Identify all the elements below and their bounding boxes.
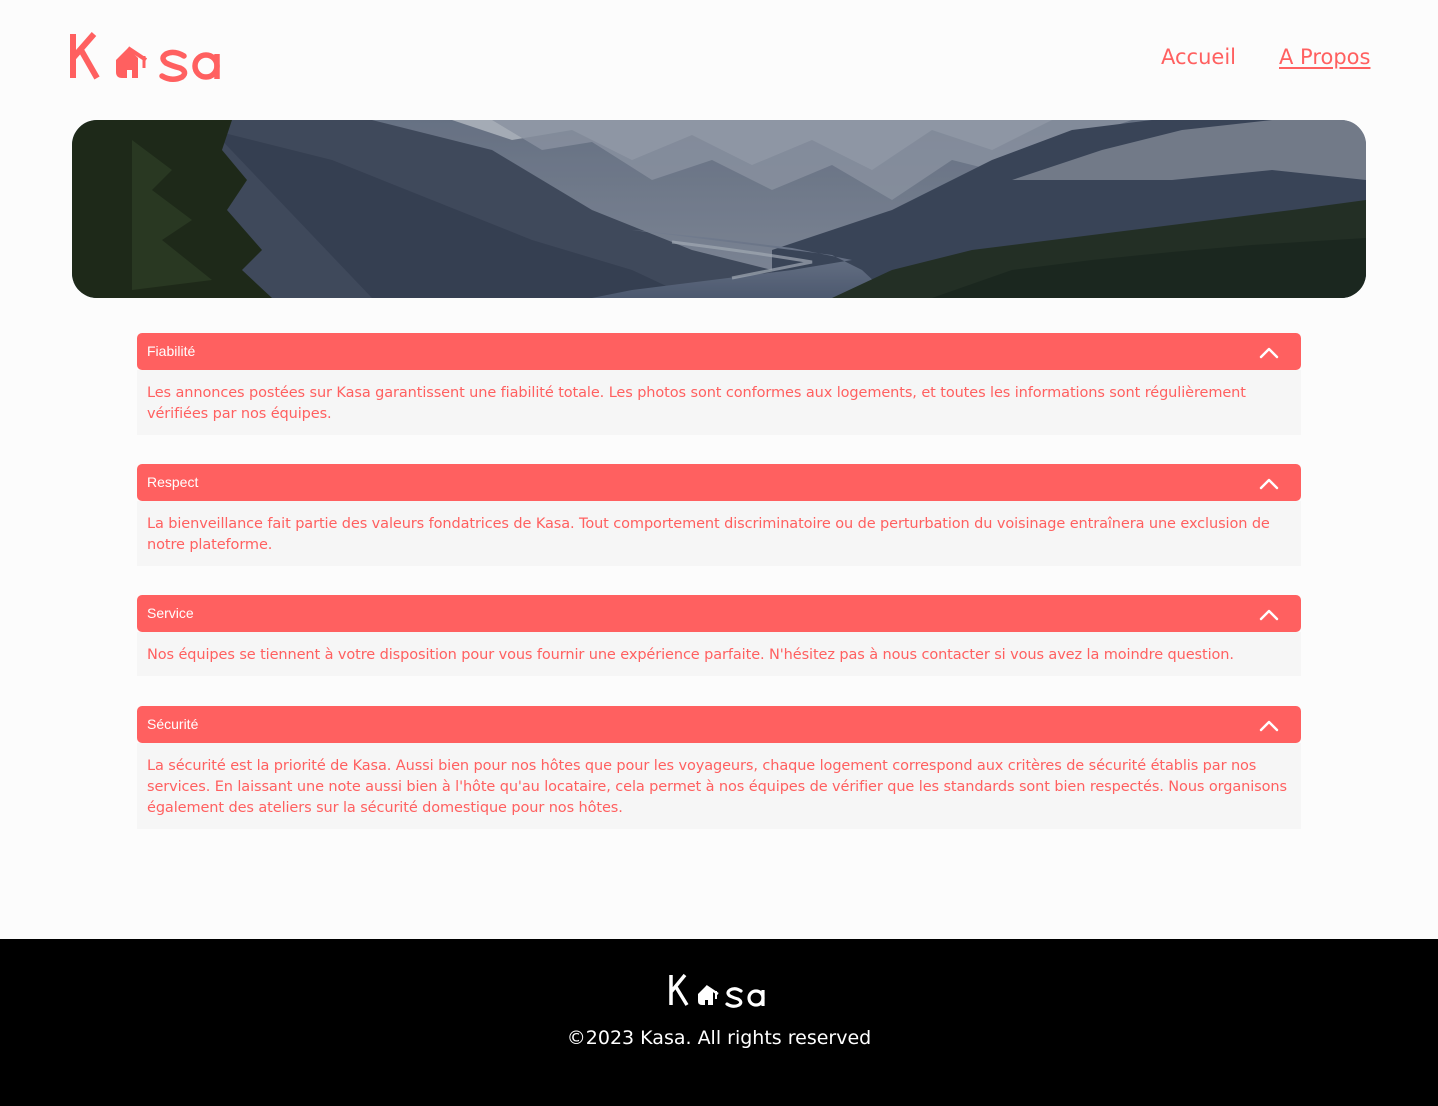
chevron-up-icon[interactable] [1259, 475, 1279, 491]
footer-copyright: ©2023 Kasa. All rights reserved [566, 1027, 872, 1049]
nav-link-accueil[interactable]: Accueil [1161, 45, 1236, 69]
collapse-service: Service Nos équipes se tiennent à votre … [137, 595, 1301, 676]
nav-link-a-propos[interactable]: A Propos [1279, 45, 1370, 69]
collapse-header-securite[interactable]: Sécurité [137, 706, 1301, 743]
kasa-logo-white [669, 973, 765, 1008]
collapse-content: Nos équipes se tiennent à votre disposit… [137, 632, 1301, 676]
site-header: Accueil A Propos [0, 0, 1438, 110]
collapse-title: Fiabilité [147, 343, 196, 359]
collapse-title: Service [147, 605, 194, 621]
collapse-content: La bienveillance fait partie des valeurs… [137, 501, 1301, 566]
collapse-header-respect[interactable]: Respect [137, 464, 1301, 501]
collapse-respect: Respect La bienveillance fait partie des… [137, 464, 1301, 566]
chevron-up-icon[interactable] [1259, 606, 1279, 622]
collapse-content: Les annonces postées sur Kasa garantisse… [137, 370, 1301, 435]
chevron-up-icon[interactable] [1259, 344, 1279, 360]
chevron-up-icon[interactable] [1259, 717, 1279, 733]
collapse-securite: Sécurité La sécurité est la priorité de … [137, 706, 1301, 829]
collapse-fiabilite: Fiabilité Les annonces postées sur Kasa … [137, 333, 1301, 435]
collapse-header-fiabilite[interactable]: Fiabilité [137, 333, 1301, 370]
site-footer: ©2023 Kasa. All rights reserved [0, 939, 1438, 1106]
collapse-title: Sécurité [147, 716, 199, 732]
collapse-content: La sécurité est la priorité de Kasa. Aus… [137, 743, 1301, 829]
collapse-title: Respect [147, 474, 199, 490]
collapse-header-service[interactable]: Service [137, 595, 1301, 632]
about-banner-image [72, 120, 1366, 298]
kasa-logo[interactable] [70, 26, 230, 86]
